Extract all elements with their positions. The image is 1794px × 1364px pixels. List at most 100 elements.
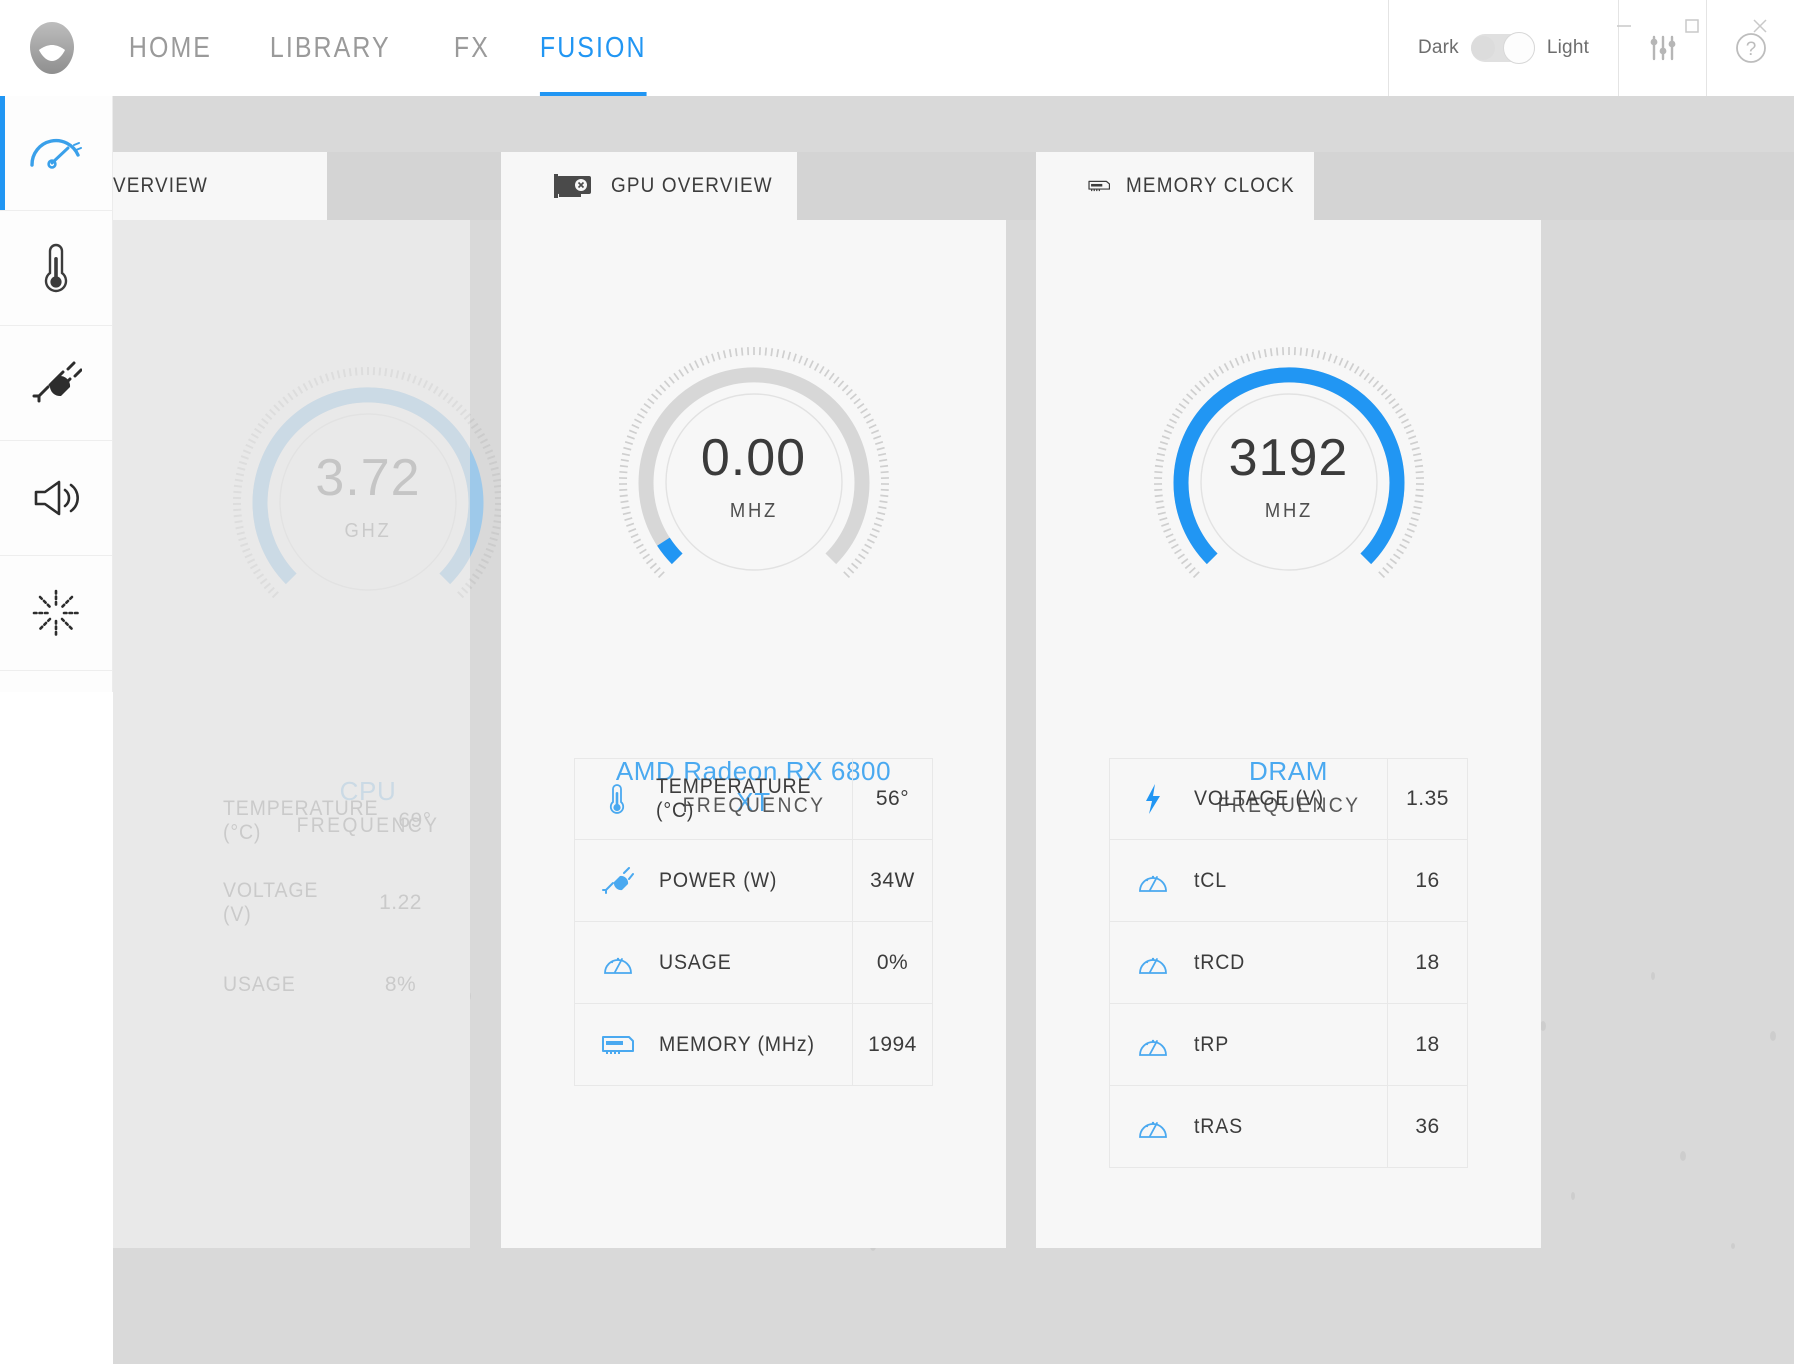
content-stage: VERVIEW 3.72 GHZ CPU FREQUENCY TEMPERATU…: [113, 96, 1794, 1364]
table-row: TEMPERATURE (°C) 69°: [223, 780, 440, 862]
stat-label: USAGE: [659, 950, 732, 974]
stat-label: MEMORY (MHz): [659, 1032, 815, 1056]
stat-label-cell: VOLTAGE (V): [223, 862, 361, 944]
sparkle-icon: [32, 589, 80, 637]
stat-label: USAGE: [223, 973, 296, 996]
card-tab-cpu[interactable]: VERVIEW: [113, 152, 327, 220]
stat-label: POWER (W): [659, 868, 778, 892]
stat-label-cell: TEMPERATURE (°C): [575, 759, 853, 839]
sidebar-item-thermals[interactable]: [0, 211, 112, 326]
stat-label-cell: tRAS: [1110, 1086, 1388, 1167]
stats-table-cpu: TEMPERATURE (°C) 69° VOLTAGE (V) 1.22 US…: [223, 780, 440, 1026]
sidebar-item-power[interactable]: [0, 326, 112, 441]
toggle-track-knob: [1470, 36, 1495, 60]
stat-label-cell: POWER (W): [575, 840, 853, 921]
table-row: USAGE 0%: [574, 922, 933, 1004]
table-row: POWER (W) 34W: [574, 840, 933, 922]
graphics-card-icon: [554, 174, 591, 198]
card-tab-dram[interactable]: MEMORY CLOCK: [1036, 152, 1314, 220]
stat-label-cell: MEMORY (MHz): [575, 1004, 853, 1085]
stat-label-cell: tRCD: [1110, 922, 1388, 1003]
stat-value: 34W: [870, 868, 915, 892]
card-tab-dram-label: MEMORY CLOCK: [1126, 174, 1296, 197]
table-row: tRCD 18: [1109, 922, 1468, 1004]
window-close-button[interactable]: [1726, 0, 1794, 52]
stat-label-cell: USAGE: [575, 922, 853, 1003]
theme-light-label: Light: [1546, 37, 1590, 58]
gauge-icon: [601, 946, 635, 980]
thermometer-icon: [44, 243, 68, 293]
stat-label-cell: tCL: [1110, 840, 1388, 921]
minimize-icon: [1617, 25, 1631, 27]
gauge-icon: [1136, 864, 1170, 898]
memory-stick-icon: [1088, 180, 1111, 192]
stat-value: 1994: [868, 1032, 917, 1056]
card-tab-cpu-label: VERVIEW: [113, 174, 209, 197]
window-minimize-button[interactable]: [1590, 0, 1658, 52]
stat-label: TEMPERATURE (°C): [223, 797, 379, 844]
gauge-icon: [30, 138, 82, 169]
theme-toggle-group[interactable]: Dark Light: [1388, 0, 1618, 96]
stat-value: 69°: [398, 809, 432, 832]
sidebar-item-performance[interactable]: [0, 96, 112, 211]
close-icon: [1753, 19, 1767, 33]
stat-value: 16: [1415, 868, 1440, 892]
main-nav: HOME LIBRARY FX FUSION: [110, 0, 689, 96]
gauge-icon: [1136, 946, 1170, 980]
maximize-icon: [1685, 19, 1699, 33]
stat-value: 18: [1415, 1032, 1440, 1056]
table-row: tRAS 36: [1109, 1086, 1468, 1168]
nav-item-library[interactable]: LIBRARY: [251, 0, 410, 96]
theme-toggle-switch[interactable]: [1470, 32, 1535, 64]
gauge-cpu-unit: GHZ: [344, 520, 392, 542]
stat-label: tRP: [1194, 1032, 1230, 1056]
sidebar-item-audio[interactable]: [0, 441, 112, 556]
stat-value: 18: [1415, 950, 1440, 974]
alienware-logo-icon: [30, 22, 74, 74]
stat-value: 1.22: [379, 891, 422, 914]
table-row: tRP 18: [1109, 1004, 1468, 1086]
nav-item-fx[interactable]: FX: [435, 0, 509, 96]
stat-label: TEMPERATURE (°C): [656, 775, 812, 822]
speaker-icon: [34, 480, 79, 516]
left-sidebar: [0, 96, 113, 692]
window-maximize-button[interactable]: [1658, 0, 1726, 52]
stat-label: tRAS: [1194, 1114, 1243, 1138]
stat-label-cell: USAGE: [223, 944, 361, 1026]
stat-value: 56°: [875, 787, 910, 810]
top-bar: HOME LIBRARY FX FUSION Dark Light ?: [0, 0, 1794, 96]
power-plug-icon: [601, 864, 635, 898]
memory-stick-icon: [601, 1028, 635, 1062]
nav-item-fusion[interactable]: FUSION: [521, 0, 665, 96]
toggle-handle: [1502, 32, 1535, 64]
table-row: USAGE 8%: [223, 944, 440, 1026]
stat-label: VOLTAGE (V): [223, 879, 319, 926]
gauge-gpu-value: 0.00: [700, 429, 807, 487]
table-row: VOLTAGE (V) 1.35: [1109, 758, 1468, 840]
stat-value: 8%: [384, 973, 417, 996]
table-row: tCL 16: [1109, 840, 1468, 922]
sidebar-item-lighting[interactable]: [0, 556, 112, 671]
stat-value: 0%: [876, 950, 909, 974]
stat-label-cell: tRP: [1110, 1004, 1388, 1085]
stat-label: VOLTAGE (V): [1194, 787, 1325, 810]
gauge-icon: [1136, 1028, 1170, 1062]
card-tab-gpu-label: GPU OVERVIEW: [611, 174, 773, 197]
theme-dark-label: Dark: [1417, 37, 1459, 58]
stats-table-dram: VOLTAGE (V) 1.35 tCL 16 tRCD 18 tRP 18 t…: [1109, 758, 1468, 1168]
nav-item-home[interactable]: HOME: [110, 0, 231, 96]
card-cpu[interactable]: VERVIEW 3.72 GHZ CPU FREQUENCY TEMPERATU…: [113, 152, 503, 1248]
table-row: TEMPERATURE (°C) 56°: [574, 758, 933, 840]
gauge-icon: [1136, 1110, 1170, 1144]
card-tab-gpu[interactable]: GPU OVERVIEW: [501, 152, 797, 220]
stat-label: tCL: [1194, 868, 1227, 892]
card-gpu[interactable]: GPU OVERVIEW 0.00 MHZ AMD Radeon RX 6800…: [501, 152, 1006, 1248]
card-dram-body: 3192 MHZ DRAM FREQUENCY VOLTAGE (V) 1.35…: [1036, 220, 1541, 1248]
stat-label-cell: VOLTAGE (V): [1110, 759, 1388, 839]
gauge-cpu: 3.72 GHZ CPU FREQUENCY: [218, 352, 518, 837]
gauge-dram-unit: MHZ: [1264, 500, 1313, 522]
alienware-command-center-window: HOME LIBRARY FX FUSION Dark Light ? VERV…: [0, 0, 1794, 1364]
gauge-gpu: 0.00 MHZ AMD Radeon RX 6800 XT FREQUENCY: [604, 332, 904, 817]
gauge-dram-value: 3192: [1228, 429, 1349, 487]
card-dram[interactable]: MEMORY CLOCK 3192 MHZ DRAM FREQUENCY VOL…: [1036, 152, 1541, 1248]
